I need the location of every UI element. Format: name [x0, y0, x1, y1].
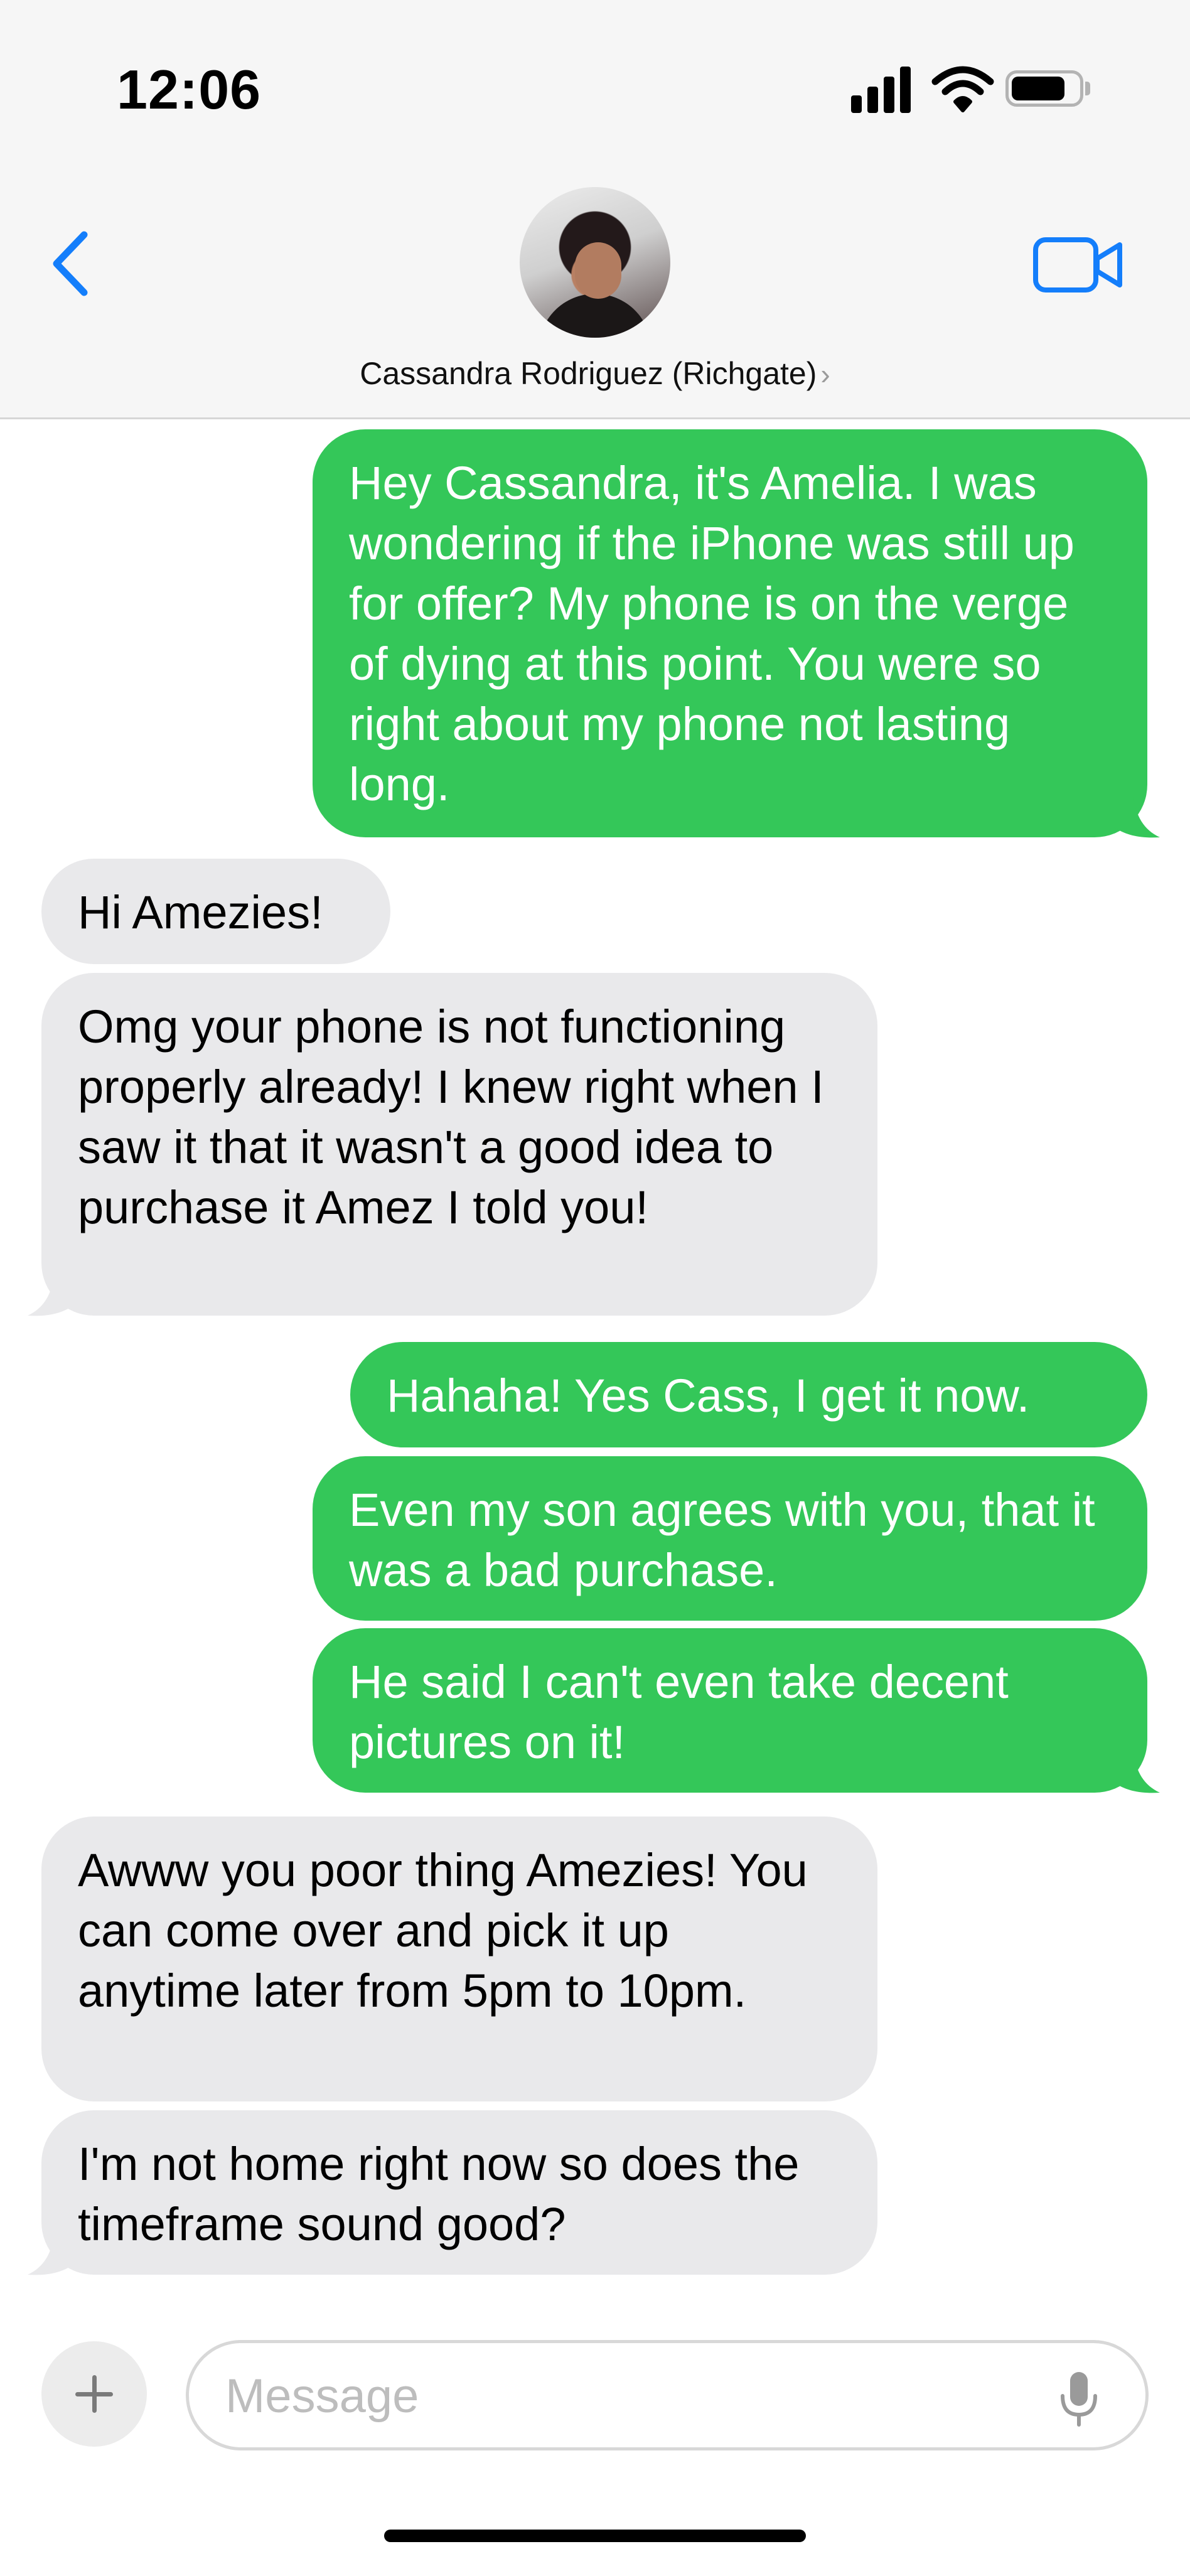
outgoing-message[interactable]: He said I can't even take decent picture… — [313, 1628, 1147, 1793]
add-attachment-button[interactable] — [41, 2341, 147, 2447]
conversation-header: 12:06 Cassandra Rodriguez (Richgate) › — [0, 0, 1190, 419]
incoming-message[interactable]: Omg your phone is not functioning proper… — [41, 973, 877, 1316]
chevron-left-icon — [53, 231, 88, 296]
outgoing-bubble-tail — [1111, 797, 1160, 838]
incoming-message[interactable]: Awww you poor thing Amezies! You can com… — [41, 1817, 877, 2101]
microphone-icon — [1061, 2372, 1097, 2427]
incoming-bubble-tail — [28, 2235, 77, 2275]
facetime-video-button[interactable] — [1032, 233, 1126, 296]
outgoing-message[interactable]: Even my son agrees with you, that it was… — [313, 1456, 1147, 1621]
message-composer[interactable] — [186, 2340, 1149, 2450]
cellular-signal-icon — [851, 63, 911, 113]
incoming-message[interactable]: I'm not home right now so does the timef… — [41, 2110, 877, 2275]
message-input[interactable] — [224, 2361, 1043, 2431]
contact-avatar[interactable] — [520, 187, 670, 338]
contact-name-button[interactable]: Cassandra Rodriguez (Richgate) › — [0, 355, 1190, 392]
battery-icon — [1005, 63, 1093, 113]
back-button[interactable] — [45, 226, 95, 301]
contact-name: Cassandra Rodriguez (Richgate) — [360, 356, 817, 391]
outgoing-message[interactable]: Hahaha! Yes Cass, I get it now. — [350, 1342, 1147, 1447]
chevron-right-icon: › — [820, 358, 830, 390]
outgoing-message[interactable]: Hey Cassandra, it's Amelia. I was wonder… — [313, 429, 1147, 837]
video-camera-icon — [1033, 237, 1122, 292]
incoming-bubble-tail — [28, 1275, 77, 1316]
dictation-button[interactable] — [1054, 2368, 1104, 2431]
home-indicator[interactable] — [384, 2530, 806, 2542]
wifi-icon — [931, 63, 994, 113]
outgoing-bubble-tail — [1111, 1752, 1160, 1793]
status-time: 12:06 — [117, 58, 262, 121]
incoming-message[interactable]: Hi Amezies! — [41, 859, 390, 964]
